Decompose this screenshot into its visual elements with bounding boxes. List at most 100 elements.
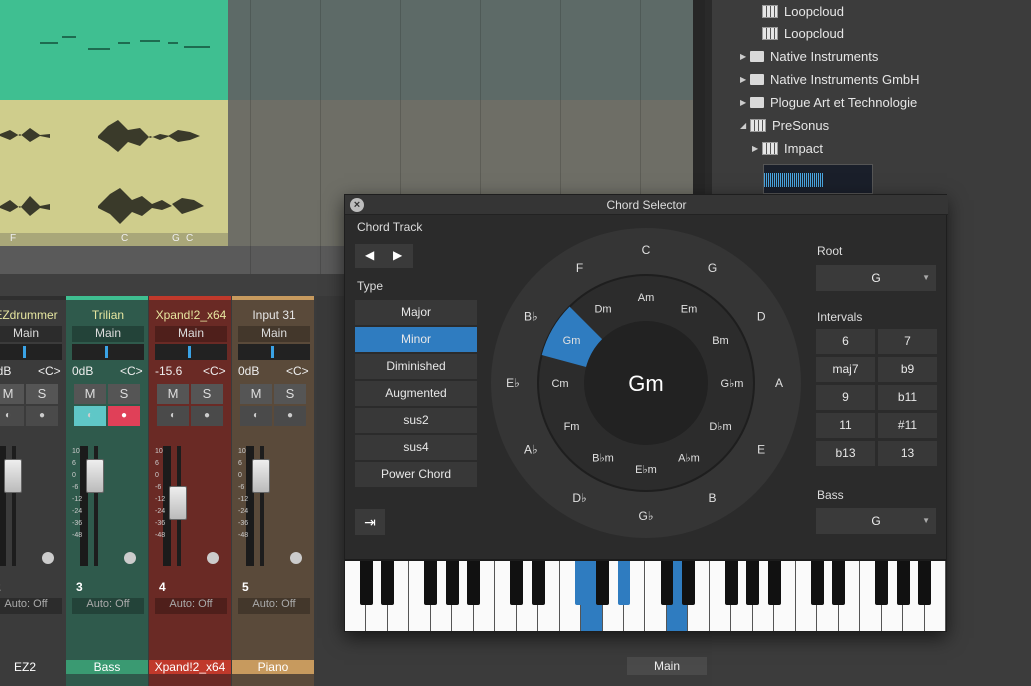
solo-button[interactable]: S xyxy=(26,384,58,404)
arrange-grid-upper[interactable] xyxy=(228,0,693,100)
automation-mode[interactable]: Auto: Off xyxy=(155,598,227,614)
previous-chord-icon[interactable]: ◀ xyxy=(365,248,374,262)
knob-icon[interactable] xyxy=(207,552,219,564)
solo-button[interactable]: S xyxy=(191,384,223,404)
window-title[interactable]: Chord Selector xyxy=(345,195,948,215)
browser-item[interactable]: ▶ Impact xyxy=(752,137,823,159)
record-icon[interactable]: ● xyxy=(108,406,140,426)
major-chord-label[interactable]: G♭ xyxy=(639,509,654,523)
browser-item[interactable]: Loopcloud xyxy=(762,22,844,44)
black-key[interactable] xyxy=(445,561,459,605)
major-chord-label[interactable]: B xyxy=(708,491,716,505)
chord-marker[interactable]: F xyxy=(10,233,16,244)
channel-name[interactable]: EZdrummer xyxy=(0,308,62,324)
chord-marker[interactable]: G xyxy=(172,233,180,244)
circle-of-fifths[interactable]: C G D A E B G♭ D♭ A♭ E♭ B♭ F Am Em Bm G♭m D♭m A♭m E♭m B♭m Fm… xyxy=(490,227,802,539)
piano-keyboard[interactable] xyxy=(345,559,946,631)
major-chord-label[interactable]: D♭ xyxy=(572,491,586,505)
black-key[interactable] xyxy=(875,561,889,605)
expand-arrow-icon[interactable]: ▶ xyxy=(740,52,750,61)
browser-item[interactable]: Loopcloud xyxy=(762,0,844,22)
minor-chord-label[interactable]: E♭m xyxy=(635,464,657,476)
interval-button[interactable]: b9 xyxy=(878,357,937,382)
black-key[interactable] xyxy=(381,561,395,605)
minor-chord-label[interactable]: B♭m xyxy=(592,452,614,464)
black-key[interactable] xyxy=(896,561,910,605)
knob-icon[interactable] xyxy=(42,552,54,564)
channel-label[interactable]: Piano xyxy=(232,660,314,674)
major-chord-label[interactable]: C xyxy=(642,243,651,257)
main-bus-label[interactable]: Main xyxy=(627,657,707,675)
browser-item[interactable]: ▶ Plogue Art et Technologie xyxy=(740,91,917,113)
interval-button[interactable]: 6 xyxy=(816,329,875,354)
channel-name[interactable]: Xpand!2_x64 xyxy=(155,308,227,324)
solo-button[interactable]: S xyxy=(274,384,306,404)
automation-mode[interactable]: Auto: Off xyxy=(72,598,144,614)
volume-fader[interactable] xyxy=(169,486,187,520)
major-chord-label[interactable]: A♭ xyxy=(524,443,538,457)
black-key[interactable] xyxy=(510,561,524,605)
mute-button[interactable]: M xyxy=(74,384,106,404)
minor-chord-label[interactable]: Dm xyxy=(594,304,611,316)
minor-chord-label[interactable]: Cm xyxy=(551,378,568,390)
output-route[interactable]: Main xyxy=(0,326,62,342)
root-dropdown[interactable]: G ▼ xyxy=(816,265,936,291)
black-key[interactable] xyxy=(574,561,588,605)
solo-button[interactable]: S xyxy=(108,384,140,404)
record-icon[interactable]: ● xyxy=(191,406,223,426)
black-key[interactable] xyxy=(617,561,631,605)
pan-slider[interactable] xyxy=(72,344,144,360)
bass-dropdown[interactable]: G ▼ xyxy=(816,508,936,534)
monitor-icon[interactable]: ◐ xyxy=(240,406,272,426)
interval-button[interactable]: 7 xyxy=(878,329,937,354)
mute-button[interactable]: M xyxy=(0,384,24,404)
major-chord-label[interactable]: F xyxy=(576,261,583,275)
type-diminished-button[interactable]: Diminished xyxy=(355,354,477,379)
black-key[interactable] xyxy=(660,561,674,605)
black-key[interactable] xyxy=(767,561,781,605)
minor-chord-label[interactable]: G♭m xyxy=(721,378,744,390)
mute-button[interactable]: M xyxy=(240,384,272,404)
output-route[interactable]: Main xyxy=(238,326,310,342)
type-augmented-button[interactable]: Augmented xyxy=(355,381,477,406)
minor-chord-label[interactable]: D♭m xyxy=(709,421,731,433)
monitor-icon[interactable]: ◐ xyxy=(0,406,24,426)
minor-chord-label[interactable]: Bm xyxy=(712,335,729,347)
expand-arrow-icon[interactable]: ▶ xyxy=(740,98,750,107)
type-sus4-button[interactable]: sus4 xyxy=(355,435,477,460)
volume-fader[interactable] xyxy=(86,459,104,493)
minor-chord-label[interactable]: Em xyxy=(681,304,698,316)
record-icon[interactable]: ● xyxy=(26,406,58,426)
volume-fader[interactable] xyxy=(252,459,270,493)
black-key[interactable] xyxy=(746,561,760,605)
browser-item[interactable]: ◢ PreSonus xyxy=(740,114,829,136)
interval-button[interactable]: b13 xyxy=(816,441,875,466)
channel-label[interactable]: Bass xyxy=(66,660,148,674)
major-chord-label[interactable]: E xyxy=(757,443,765,457)
interval-button[interactable]: #11 xyxy=(878,413,937,438)
channel-label[interactable]: EZ2 xyxy=(0,660,66,674)
major-chord-label[interactable]: G xyxy=(708,261,717,275)
monitor-icon[interactable]: ◐ xyxy=(157,406,189,426)
interval-button[interactable]: 13 xyxy=(878,441,937,466)
browser-item[interactable]: ▶ Native Instruments xyxy=(740,45,878,67)
collapse-arrow-icon[interactable]: ◢ xyxy=(740,121,750,130)
channel-name[interactable]: Trilian xyxy=(72,308,144,324)
monitor-icon[interactable]: ◐ xyxy=(74,406,106,426)
channel-name[interactable]: Input 31 xyxy=(238,308,310,324)
expand-arrow-icon[interactable]: ▶ xyxy=(752,144,762,153)
major-chord-label[interactable]: E♭ xyxy=(506,376,520,390)
audio-event-bass[interactable] xyxy=(0,0,228,100)
pan-slider[interactable] xyxy=(155,344,227,360)
pan-slider[interactable] xyxy=(0,344,62,360)
black-key[interactable] xyxy=(531,561,545,605)
volume-fader[interactable] xyxy=(4,459,22,493)
expand-arrow-icon[interactable]: ▶ xyxy=(740,75,750,84)
send-to-track-icon[interactable]: ⇥ xyxy=(355,509,385,535)
chord-track-strip[interactable]: F C G C xyxy=(0,233,228,246)
major-chord-label[interactable]: D xyxy=(757,310,766,324)
black-key[interactable] xyxy=(360,561,373,605)
minor-chord-label[interactable]: Gm xyxy=(563,335,581,347)
black-key[interactable] xyxy=(918,561,931,605)
type-minor-button[interactable]: Minor xyxy=(355,327,477,352)
